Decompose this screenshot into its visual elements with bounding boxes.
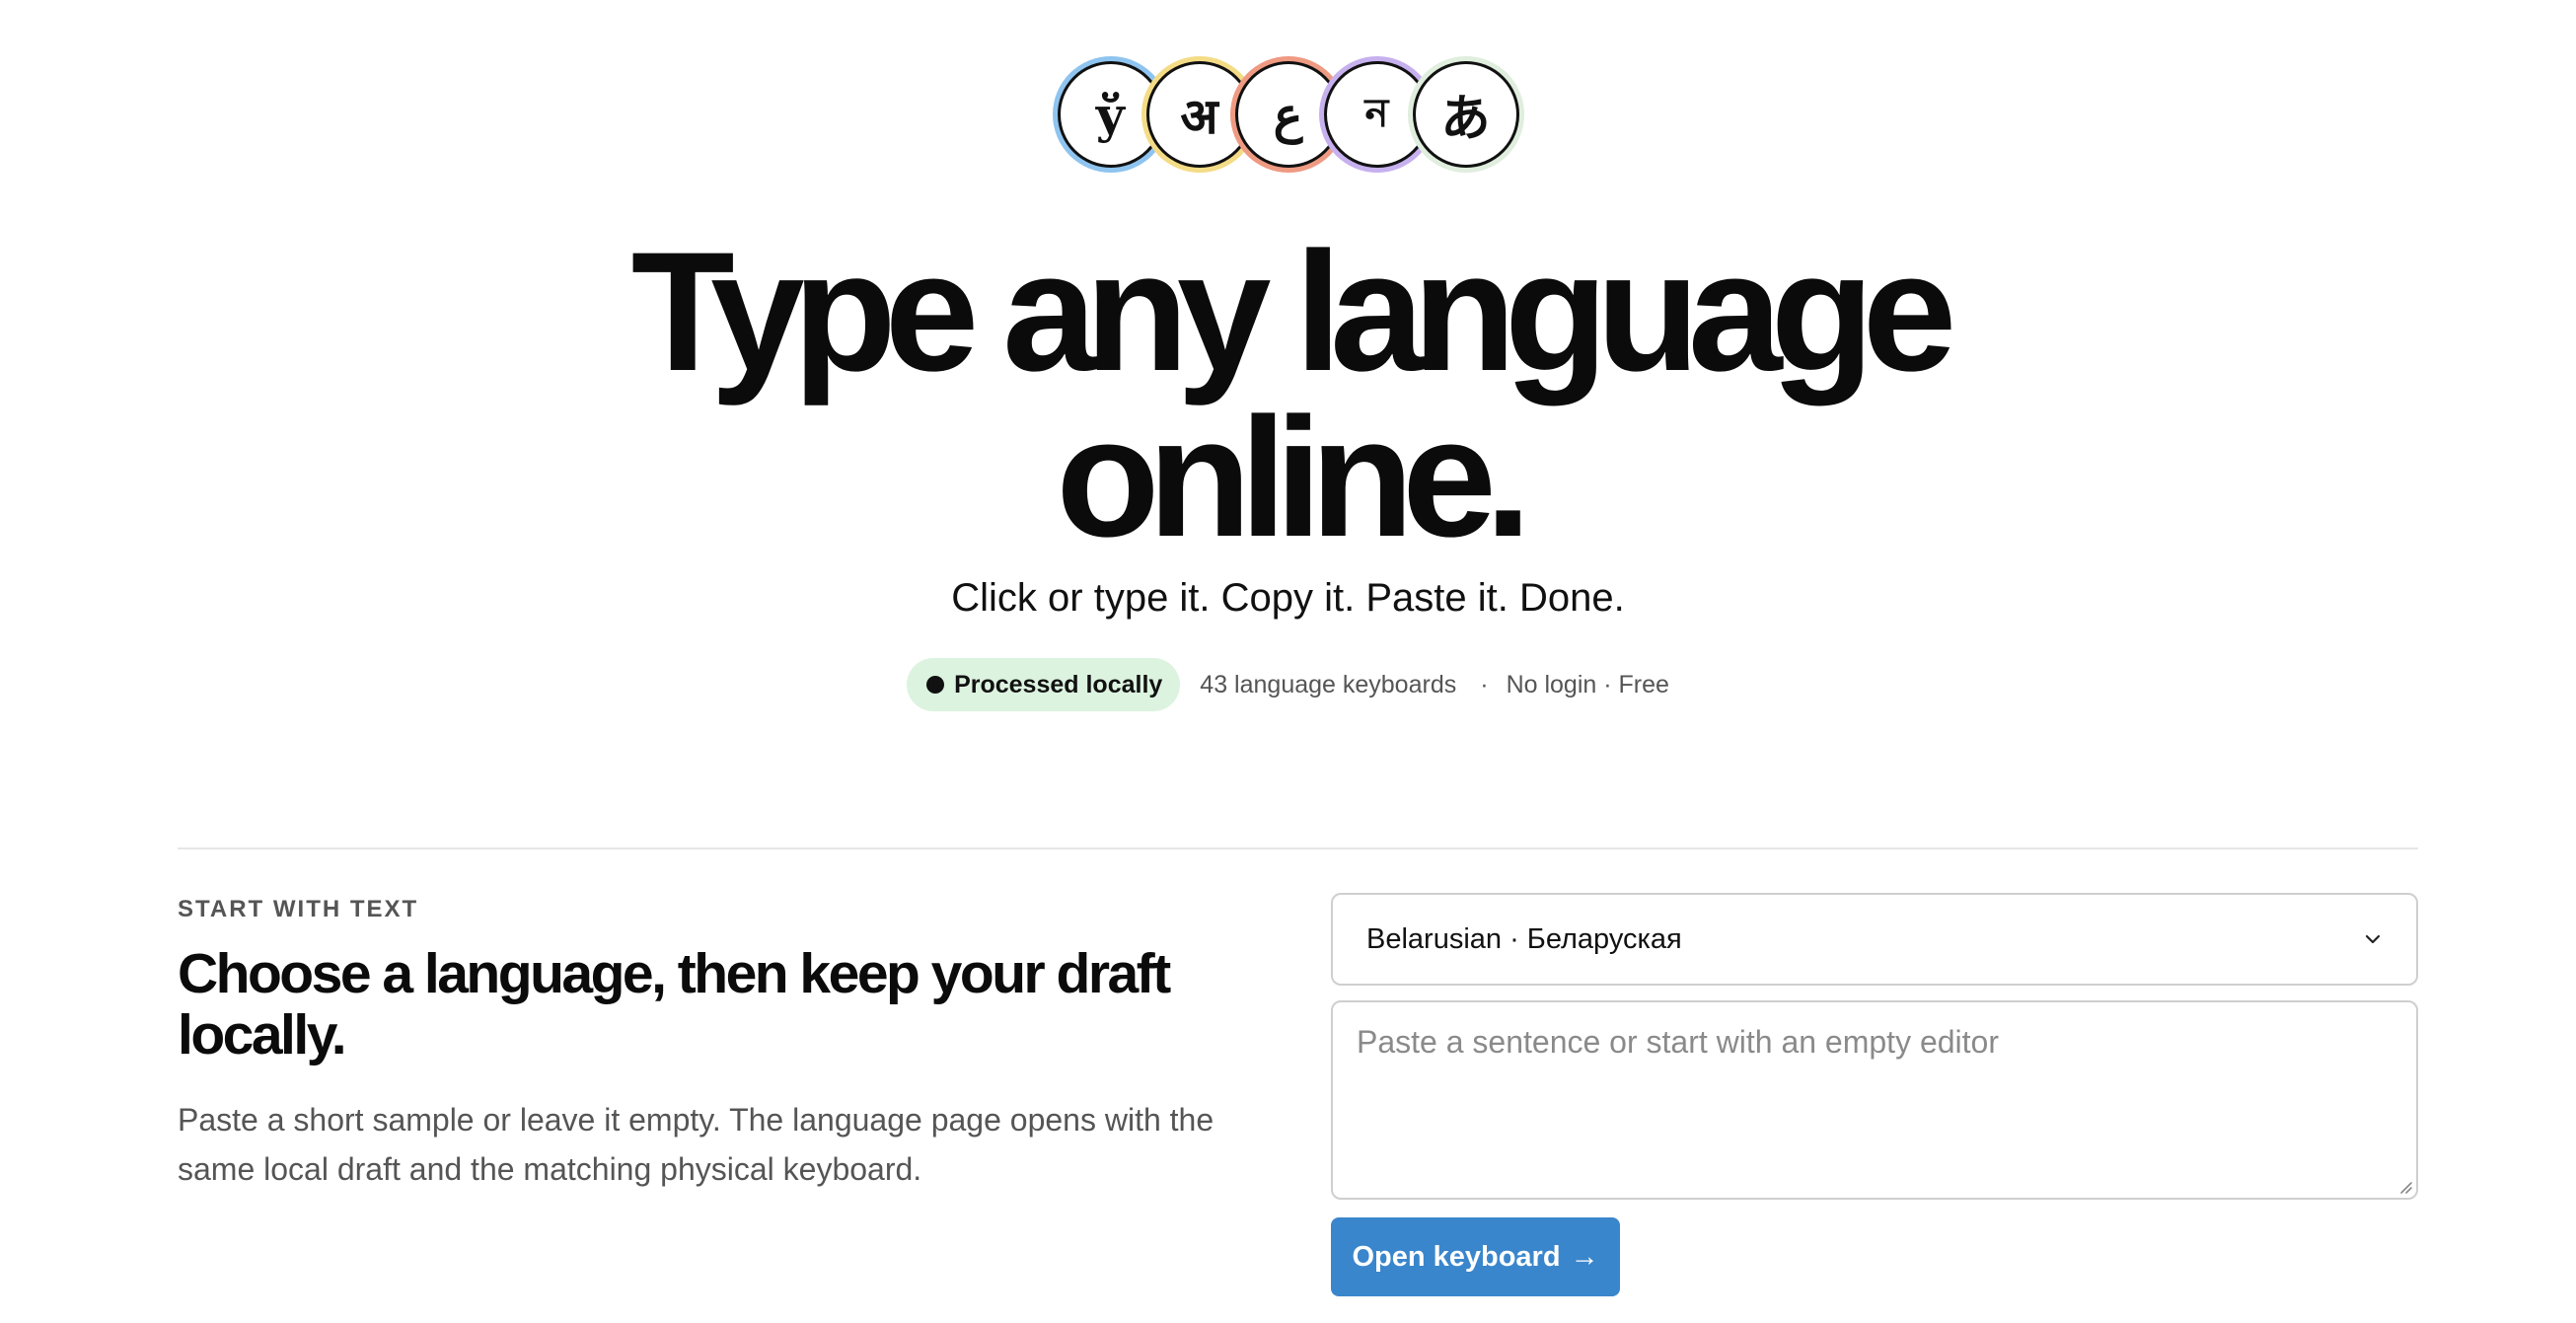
- meta-separator: ·: [1480, 670, 1489, 698]
- hero-title-line-1: Type any language: [630, 217, 1957, 406]
- language-select[interactable]: Belarusian · Беларуская: [1331, 893, 2418, 986]
- glyph-japanese: あ: [1412, 61, 1519, 168]
- section-title: Choose a language, then keep your draft …: [178, 942, 1171, 1066]
- open-keyboard-label: Open keyboard: [1352, 1240, 1561, 1273]
- badge-label: Processed locally: [954, 670, 1163, 698]
- processed-locally-badge: Processed locally: [907, 658, 1181, 711]
- section-description: Paste a short sample or leave it empty. …: [178, 1102, 1214, 1187]
- language-select-value: Belarusian · Беларуская: [1366, 922, 1682, 955]
- section-eyebrow: START WITH TEXT: [178, 896, 419, 922]
- language-glyphs: ў अ ع ন あ: [0, 61, 2576, 174]
- resize-handle-icon[interactable]: [2395, 1177, 2413, 1195]
- open-keyboard-button[interactable]: Open keyboard →: [1331, 1217, 1620, 1296]
- hero-subtitle: Click or type it. Copy it. Paste it. Don…: [951, 576, 1625, 620]
- hero-title: Type any language online.: [0, 217, 2576, 572]
- meta-row: Processed locally 43 language keyboards …: [0, 657, 2576, 712]
- arrow-right-icon: →: [1570, 1240, 1599, 1273]
- hero-title-line-2: online.: [1056, 383, 1531, 572]
- chevron-down-icon: [2365, 934, 2381, 944]
- draft-textarea[interactable]: [1331, 1000, 2418, 1200]
- status-dot-icon: [926, 676, 945, 694]
- section-divider: [178, 847, 2418, 849]
- keyboards-count: 43 language keyboards: [1200, 670, 1457, 698]
- meta-extra: No login · Free: [1506, 670, 1669, 698]
